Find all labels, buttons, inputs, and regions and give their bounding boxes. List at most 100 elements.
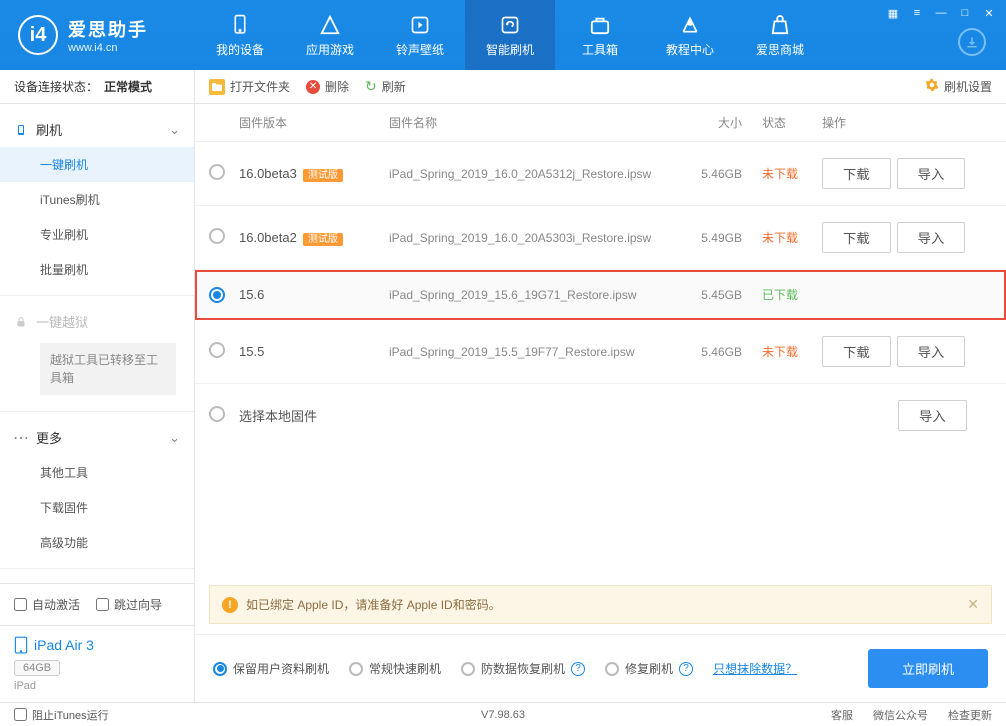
- nav-tab-0[interactable]: 我的设备: [195, 0, 285, 70]
- more-icon: ⋯: [14, 431, 28, 445]
- sidebar-group-more[interactable]: ⋯ 更多 ⌄: [0, 420, 194, 455]
- footer: 阻止iTunes运行 V7.98.63 客服 微信公众号 检查更新: [0, 702, 1006, 726]
- sidebar-item-pro[interactable]: 专业刷机: [0, 217, 194, 252]
- delete-button[interactable]: ✕ 删除: [306, 78, 349, 95]
- block-itunes-checkbox[interactable]: 阻止iTunes运行: [14, 707, 109, 723]
- option-normal[interactable]: 常规快速刷机: [349, 660, 441, 677]
- import-button[interactable]: 导入: [897, 336, 966, 367]
- nav-icon: [768, 13, 792, 37]
- firmware-status: 未下载: [762, 165, 822, 182]
- nav-icon: [228, 13, 252, 37]
- flash-options: 保留用户资料刷机 常规快速刷机 防数据恢复刷机 ? 修复刷机 ? 只想抹除数据？…: [195, 634, 1006, 702]
- close-icon[interactable]: ✕: [980, 4, 998, 22]
- firmware-row: 16.0beta2测试版iPad_Spring_2019_16.0_20A530…: [195, 206, 1006, 270]
- help-icon[interactable]: ?: [679, 662, 693, 676]
- folder-icon: [209, 79, 225, 95]
- minimize-icon[interactable]: —: [932, 4, 950, 22]
- refresh-icon: ↻: [365, 78, 377, 95]
- option-repair[interactable]: 修复刷机 ?: [605, 660, 693, 677]
- firmware-size: 5.49GB: [692, 231, 762, 245]
- connection-status: 设备连接状态： 正常模式: [0, 70, 194, 104]
- option-anti-recovery[interactable]: 防数据恢复刷机 ?: [461, 660, 585, 677]
- sidebar-group-flash[interactable]: 刷机 ⌄: [0, 112, 194, 147]
- firmware-version: 15.5: [239, 344, 264, 359]
- apple-id-warning: ! 如已绑定 Apple ID，请准备好 Apple ID和密码。 ✕: [209, 585, 992, 624]
- phone-icon: [14, 123, 28, 137]
- footer-update[interactable]: 检查更新: [948, 707, 992, 723]
- gear-icon: [925, 78, 939, 95]
- logo-icon: i4: [18, 15, 58, 55]
- import-button[interactable]: 导入: [897, 222, 966, 253]
- download-indicator-icon[interactable]: [958, 28, 986, 56]
- nav-tab-6[interactable]: 爱思商城: [735, 0, 825, 70]
- sidebar-item-download[interactable]: 下载固件: [0, 490, 194, 525]
- firmware-version: 16.0beta3: [239, 166, 297, 181]
- toolbar: 打开文件夹 ✕ 删除 ↻ 刷新 刷机设置: [195, 70, 1006, 104]
- firmware-size: 5.45GB: [692, 288, 762, 302]
- sidebar-item-batch[interactable]: 批量刷机: [0, 252, 194, 287]
- download-button[interactable]: 下载: [822, 158, 891, 189]
- sidebar-item-oneclick[interactable]: 一键刷机: [0, 147, 194, 182]
- device-info: iPad Air 3 64GB iPad: [0, 625, 194, 702]
- firmware-name: iPad_Spring_2019_15.5_19F77_Restore.ipsw: [389, 345, 692, 359]
- app-title: 爱思助手: [68, 16, 148, 42]
- jailbreak-note: 越狱工具已转移至工具箱: [40, 343, 176, 395]
- sidebar-item-itunes[interactable]: iTunes刷机: [0, 182, 194, 217]
- nav-icon: [678, 13, 702, 37]
- nav-icon: [318, 13, 342, 37]
- sidebar-item-other[interactable]: 其他工具: [0, 455, 194, 490]
- firmware-size: 5.46GB: [692, 167, 762, 181]
- firmware-status: 已下载: [762, 286, 822, 303]
- app-subtitle: www.i4.cn: [68, 42, 148, 54]
- firmware-radio[interactable]: [209, 287, 225, 303]
- auto-activate-checkbox[interactable]: 自动激活: [14, 596, 80, 613]
- firmware-radio[interactable]: [209, 228, 225, 244]
- menu-icon[interactable]: ≡: [908, 4, 926, 22]
- open-folder-button[interactable]: 打开文件夹: [209, 78, 290, 95]
- flash-now-button[interactable]: 立即刷机: [868, 649, 988, 688]
- footer-support[interactable]: 客服: [831, 707, 853, 723]
- import-local-button[interactable]: 导入: [898, 400, 967, 431]
- beta-tag: 测试版: [303, 169, 343, 182]
- nav-icon: [498, 13, 522, 37]
- tablet-icon: [14, 636, 28, 654]
- firmware-row: 15.6 iPad_Spring_2019_15.6_19G71_Restore.…: [195, 270, 1006, 320]
- firmware-radio[interactable]: [209, 164, 225, 180]
- import-button[interactable]: 导入: [897, 158, 966, 189]
- nav-tab-5[interactable]: 教程中心: [645, 0, 735, 70]
- flash-settings-button[interactable]: 刷机设置: [925, 78, 992, 95]
- refresh-button[interactable]: ↻ 刷新: [365, 78, 406, 95]
- main-content: 打开文件夹 ✕ 删除 ↻ 刷新 刷机设置 固件版本 固件名称 大小: [195, 70, 1006, 702]
- local-radio[interactable]: [209, 406, 225, 422]
- warning-icon: !: [222, 597, 238, 613]
- help-icon[interactable]: ?: [571, 662, 585, 676]
- nav-tab-3[interactable]: 智能刷机: [465, 0, 555, 70]
- maximize-icon[interactable]: □: [956, 4, 974, 22]
- firmware-status: 未下载: [762, 229, 822, 246]
- download-button[interactable]: 下载: [822, 336, 891, 367]
- nav-tab-1[interactable]: 应用游戏: [285, 0, 375, 70]
- footer-wechat[interactable]: 微信公众号: [873, 707, 928, 723]
- sidebar: 设备连接状态： 正常模式 刷机 ⌄ 一键刷机 iTunes刷机 专业刷机 批量刷…: [0, 70, 195, 702]
- firmware-status: 未下载: [762, 343, 822, 360]
- firmware-row: 15.5 iPad_Spring_2019_15.5_19F77_Restore.…: [195, 320, 1006, 384]
- sidebar-item-advanced[interactable]: 高级功能: [0, 525, 194, 560]
- close-warning-icon[interactable]: ✕: [967, 596, 979, 613]
- skip-guide-checkbox[interactable]: 跳过向导: [96, 596, 162, 613]
- erase-only-link[interactable]: 只想抹除数据？: [713, 660, 797, 677]
- sidebar-group-jailbreak: 一键越狱: [0, 304, 194, 339]
- firmware-radio[interactable]: [209, 342, 225, 358]
- table-header: 固件版本 固件名称 大小 状态 操作: [195, 104, 1006, 142]
- chevron-down-icon: ⌄: [169, 122, 180, 138]
- download-button[interactable]: 下载: [822, 222, 891, 253]
- nav-tab-2[interactable]: 铃声壁纸: [375, 0, 465, 70]
- lock-icon: [14, 315, 28, 329]
- nav-tab-4[interactable]: 工具箱: [555, 0, 645, 70]
- firmware-name: iPad_Spring_2019_16.0_20A5312j_Restore.i…: [389, 167, 692, 181]
- firmware-name: iPad_Spring_2019_15.6_19G71_Restore.ipsw: [389, 288, 692, 302]
- option-keep-data[interactable]: 保留用户资料刷机: [213, 660, 329, 677]
- firmware-row: 16.0beta3 测试版 iPad_Spring_2019_16.0_20A531…: [195, 142, 1006, 206]
- delete-icon: ✕: [306, 80, 320, 94]
- firmware-version: 15.6: [239, 287, 264, 302]
- grid-icon[interactable]: ▦: [884, 4, 902, 22]
